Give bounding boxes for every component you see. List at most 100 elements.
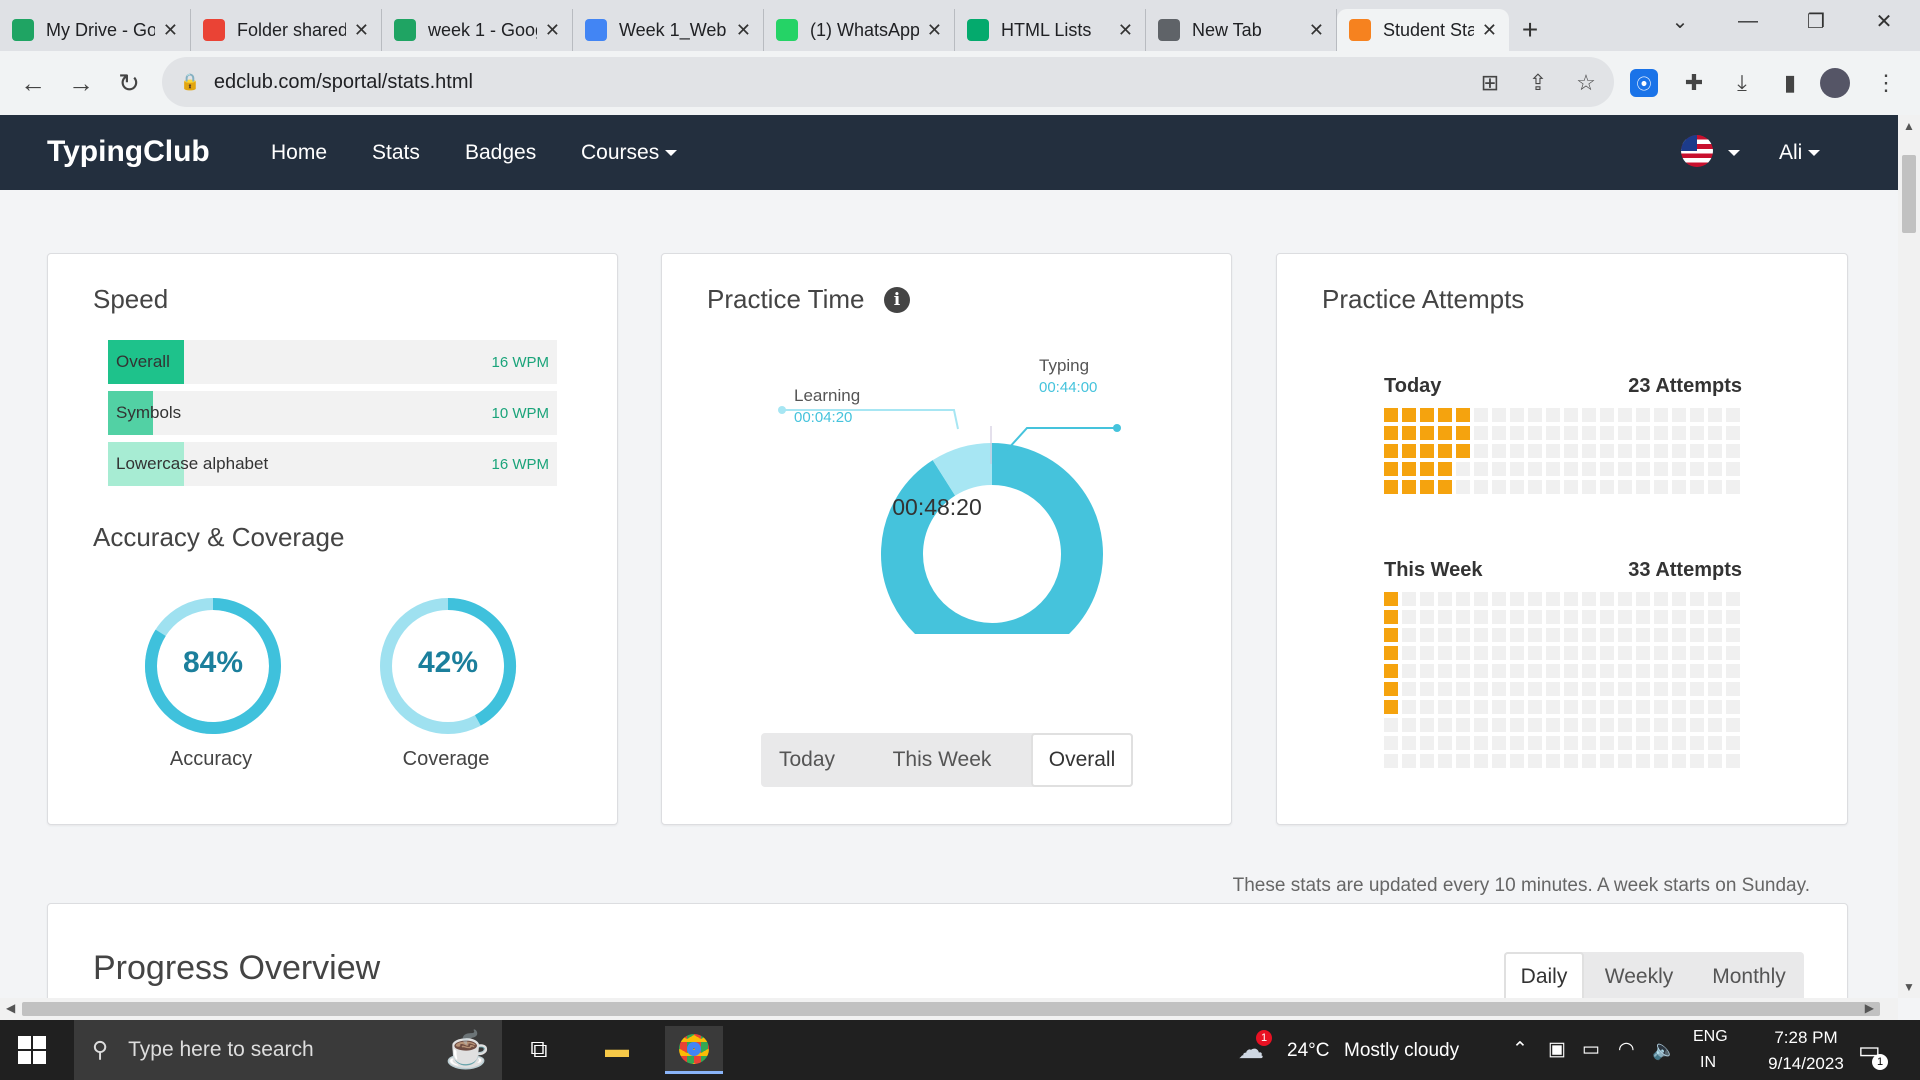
info-icon[interactable]: i [884,287,910,313]
attempt-cell [1510,700,1524,714]
attempt-cell [1690,462,1704,476]
browser-menu-icon[interactable]: ⋮ [1868,65,1904,101]
learning-segment[interactable] [932,443,993,497]
scroll-up-icon[interactable]: ▲ [1903,119,1915,133]
attempt-cell [1456,718,1470,732]
close-tab-icon[interactable]: ✕ [1482,20,1497,41]
battery-icon[interactable]: ▭ [1582,1038,1600,1061]
language-code[interactable]: ENG [1693,1028,1728,1046]
restore-button[interactable]: ❐ [1786,0,1846,42]
speed-bar-label: Lowercase alphabet [116,454,269,473]
close-tab-icon[interactable]: ✕ [354,20,369,41]
nav-courses[interactable]: Courses [581,141,678,165]
attempt-cell [1672,426,1686,440]
back-button[interactable]: ← [10,60,56,106]
side-panel-icon[interactable]: ▮ [1772,65,1808,101]
profile-avatar[interactable] [1820,68,1850,98]
wifi-icon[interactable]: ◠ [1618,1038,1635,1061]
attempt-cell [1528,592,1542,606]
chrome-taskbar-icon[interactable] [665,1026,723,1074]
attempt-cell [1726,736,1740,750]
browser-tab[interactable]: Week 1_Web ✕ [573,9,764,51]
translate-icon[interactable]: ⊞ [1472,65,1508,101]
taskbar-search[interactable]: ⚲ Type here to search ☕ [74,1020,502,1080]
tab-daily[interactable]: Daily [1504,952,1584,998]
scroll-right-icon[interactable]: ▶ [1865,1001,1874,1015]
browser-tab[interactable]: My Drive - Google Drive ✕ [0,9,191,51]
attempt-cell [1564,754,1578,768]
close-tab-icon[interactable]: ✕ [1118,20,1133,41]
language-region[interactable]: IN [1700,1054,1716,1072]
address-bar[interactable]: 🔒 edclub.com/sportal/stats.html [162,57,1614,107]
browser-tab[interactable]: week 1 - Google Drive ✕ [382,9,573,51]
nav-stats[interactable]: Stats [372,141,420,165]
new-tab-button[interactable]: + [1509,9,1551,51]
share-icon[interactable]: ⇪ [1520,65,1556,101]
attempt-cell [1672,664,1686,678]
close-tab-icon[interactable]: ✕ [545,20,560,41]
browser-tab[interactable]: Folder shared with you ✕ [191,9,382,51]
tab-overall[interactable]: Overall [1031,733,1133,787]
horizontal-scroll-thumb[interactable] [22,1002,1880,1016]
scroll-left-icon[interactable]: ◀ [6,1001,15,1015]
nav-home[interactable]: Home [271,141,327,165]
weather-temp[interactable]: 24°C [1287,1040,1329,1062]
clock-time[interactable]: 7:28 PM [1756,1028,1856,1048]
attempt-cell [1384,444,1398,458]
scroll-down-icon[interactable]: ▼ [1903,980,1915,994]
tab-this-week[interactable]: This Week [853,733,1031,787]
attempt-cell [1618,700,1632,714]
chevron-down-icon[interactable] [1728,150,1740,156]
attempt-cell [1690,682,1704,696]
today-attempts-grid [1384,408,1740,494]
browser-tab[interactable]: New Tab ✕ [1146,9,1337,51]
user-menu[interactable]: Ali [1779,141,1821,165]
browser-tab[interactable]: Student Stats ✕ [1337,9,1509,51]
download-icon[interactable]: ⤓ [1724,65,1760,101]
close-tab-icon[interactable]: ✕ [736,20,751,41]
address-url[interactable]: edclub.com/sportal/stats.html [214,71,473,94]
close-tab-icon[interactable]: ✕ [163,20,178,41]
tab-weekly[interactable]: Weekly [1584,952,1694,998]
minimize-button[interactable]: — [1718,0,1778,42]
volume-icon[interactable]: 🔈 [1652,1038,1676,1062]
attempt-cell [1654,664,1668,678]
vertical-scrollbar[interactable]: ▲ ▼ [1898,115,1920,998]
browser-tab[interactable]: (1) WhatsApp ✕ [764,9,955,51]
file-explorer-icon[interactable]: ▬ [588,1026,646,1074]
task-view-icon[interactable]: ⧉ [510,1026,568,1074]
browser-tab[interactable]: HTML Lists ✕ [955,9,1146,51]
horizontal-scrollbar[interactable]: ◀ ▶ [0,998,1898,1020]
reload-button[interactable]: ↻ [106,60,152,106]
tab-search-icon[interactable]: ⌄ [1650,0,1710,42]
attempt-cell [1708,682,1722,696]
clock-date[interactable]: 9/14/2023 [1743,1054,1869,1074]
windows-start-icon[interactable] [18,1036,46,1064]
close-tab-icon[interactable]: ✕ [927,20,942,41]
close-window-button[interactable]: ✕ [1854,0,1914,42]
tab-today[interactable]: Today [761,733,853,787]
attempt-cell [1708,646,1722,660]
tab-monthly[interactable]: Monthly [1694,952,1804,998]
extension-icon[interactable]: ⦿ [1630,69,1658,97]
accuracy-percent: 84% [182,646,244,679]
user-name: Ali [1779,141,1803,164]
attempt-cell [1618,480,1632,494]
vertical-scroll-thumb[interactable] [1902,155,1916,233]
attempt-cell [1384,480,1398,494]
forward-button[interactable]: → [58,60,104,106]
attempt-cell [1564,736,1578,750]
attempt-cell [1456,592,1470,606]
us-flag-icon[interactable] [1681,135,1713,167]
nav-badges[interactable]: Badges [465,141,536,165]
extensions-puzzle-icon[interactable]: ✚ [1676,65,1712,101]
brand-logo[interactable]: TypingClub [47,135,210,169]
chevron-up-icon[interactable]: ⌃ [1512,1038,1528,1061]
close-tab-icon[interactable]: ✕ [1309,20,1324,41]
meet-icon[interactable]: ▣ [1548,1038,1566,1061]
attempt-cell [1636,646,1650,660]
bookmark-star-icon[interactable]: ☆ [1568,65,1604,101]
weather-condition[interactable]: Mostly cloudy [1344,1040,1459,1062]
attempt-cell [1564,646,1578,660]
typing-segment[interactable] [881,443,1103,634]
